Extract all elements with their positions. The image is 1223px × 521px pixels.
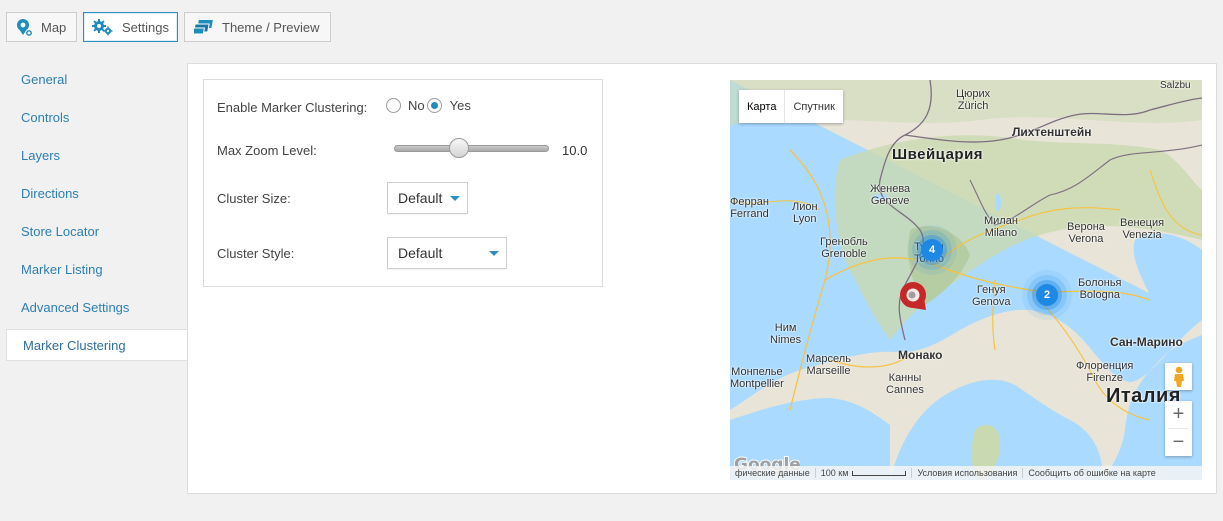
zoom-control: + −	[1165, 401, 1192, 456]
report-error-link[interactable]: Сообщить об ошибке на карте	[1022, 468, 1160, 478]
cluster-size-value: Default	[398, 190, 443, 206]
zoom-slider-track[interactable]	[394, 145, 549, 152]
map-type-map-button[interactable]: Карта	[739, 90, 786, 123]
map-label-geneva: Женева Geneve	[870, 183, 911, 207]
map-type-control: Карта Спутник	[739, 90, 843, 123]
zoom-out-button[interactable]: −	[1165, 429, 1192, 456]
map-label-nimes: Ним Nimes	[770, 322, 802, 346]
sidebar-item-marker-listing[interactable]: Marker Listing	[6, 250, 188, 288]
radio-yes-label[interactable]: Yes	[450, 98, 471, 113]
settings-sidebar: General Controls Layers Directions Store…	[6, 60, 188, 361]
street-view-button[interactable]	[1165, 363, 1192, 390]
map-label-lyon: Лион Lyon	[792, 201, 818, 225]
map-label-ferrand: Ферран Ferrand	[730, 196, 769, 220]
enable-clustering-label: Enable Marker Clustering:	[217, 100, 368, 115]
pegman-icon	[1173, 366, 1184, 387]
zoom-level-value: 10.0	[562, 143, 588, 158]
map-label-san-marino: Сан-Марино	[1110, 335, 1183, 349]
sidebar-item-controls[interactable]: Controls	[6, 98, 188, 136]
map-label-monaco: Монако	[898, 348, 943, 362]
map-label-cannes: Канны Cannes	[886, 372, 924, 396]
map-data-attribution: фические данные	[735, 468, 810, 478]
map-label-venice: Венеция Venezia	[1120, 217, 1165, 241]
radio-yes[interactable]	[426, 98, 442, 113]
tab-map-label: Map	[41, 19, 67, 35]
gears-icon	[92, 19, 113, 36]
map-label-marseille: Марсель Marseille	[806, 353, 851, 377]
map-label-montpellier: Монпелье Montpellier	[730, 366, 784, 390]
tab-map[interactable]: Map	[6, 12, 77, 42]
zoom-level-label: Max Zoom Level:	[217, 143, 317, 158]
sidebar-item-directions[interactable]: Directions	[6, 174, 188, 212]
map-label-genoa: Генуя Genova	[972, 284, 1011, 308]
sidebar-item-advanced-settings[interactable]: Advanced Settings	[6, 288, 188, 326]
map-label-salzburg: Salzbu	[1160, 80, 1191, 91]
map-label-bologna: Болонья Bologna	[1078, 277, 1122, 301]
tab-settings-label: Settings	[122, 19, 169, 35]
map-label-florence: Флоренция Firenze	[1076, 360, 1134, 384]
tab-settings[interactable]: Settings	[83, 12, 178, 42]
chevron-down-icon	[489, 251, 499, 256]
map-preview[interactable]: Цюрих Zürich Лихтенштейн Швейцария Женев…	[730, 80, 1202, 480]
radio-no-label[interactable]: No	[408, 98, 425, 113]
cluster-style-select[interactable]: Default	[387, 237, 507, 269]
radio-no[interactable]	[386, 98, 401, 113]
sidebar-item-marker-clustering[interactable]: Marker Clustering	[6, 329, 188, 361]
scale-bar	[852, 470, 907, 476]
terms-link[interactable]: Условия использования	[911, 468, 1022, 478]
cluster-size-label: Cluster Size:	[217, 191, 291, 206]
zoom-in-button[interactable]: +	[1165, 401, 1192, 428]
map-label-verona: Верона Verona	[1067, 221, 1105, 245]
map-attribution: фические данные 100 км Условия использов…	[730, 466, 1202, 480]
cluster-size-select[interactable]: Default	[387, 182, 468, 214]
map-label-milan: Милан Milano	[984, 215, 1018, 239]
chevron-down-icon	[450, 196, 460, 201]
cluster-marker-2[interactable]: 2	[1036, 284, 1058, 306]
cluster-style-label: Cluster Style:	[217, 246, 295, 261]
sidebar-item-store-locator[interactable]: Store Locator	[6, 212, 188, 250]
cluster-marker-4[interactable]: 4	[921, 239, 943, 261]
tab-theme-preview-label: Theme / Preview	[222, 19, 320, 35]
cluster-style-value: Default	[398, 245, 443, 261]
sidebar-item-layers[interactable]: Layers	[6, 136, 188, 174]
map-scale: 100 км	[814, 468, 912, 478]
settings-panel: Enable Marker Clustering: No Yes Max Zoo…	[187, 63, 1217, 494]
tab-theme-preview[interactable]: Theme / Preview	[184, 12, 331, 42]
enable-clustering-row: Enable Marker Clustering:	[217, 100, 367, 115]
zoom-slider-handle[interactable]	[449, 138, 470, 158]
top-tabs: Map Settings Theme / Preview	[6, 12, 331, 42]
map-label-grenoble: Гренобль Grenoble	[820, 236, 868, 260]
sidebar-item-general[interactable]: General	[6, 60, 188, 98]
map-background	[730, 80, 1202, 480]
map-type-satellite-button[interactable]: Спутник	[785, 90, 842, 123]
layers-icon	[194, 20, 213, 35]
clustering-form: Enable Marker Clustering: No Yes Max Zoo…	[203, 79, 603, 287]
enable-clustering-options: No Yes	[386, 98, 471, 113]
map-label-zurich: Цюрих Zürich	[956, 88, 991, 112]
map-label-switzerland: Швейцария	[892, 146, 984, 163]
map-pin-icon	[17, 19, 32, 36]
map-label-liechtenstein: Лихтенштейн	[1012, 125, 1092, 139]
